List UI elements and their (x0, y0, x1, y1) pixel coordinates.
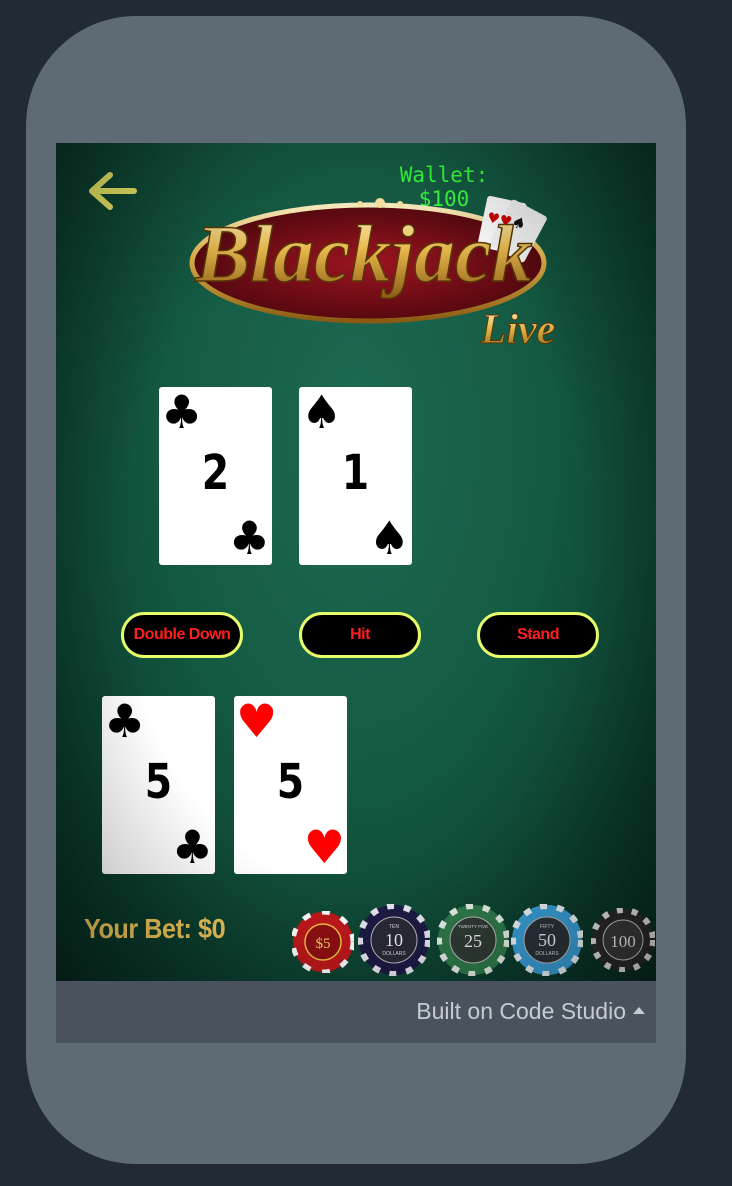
card-rank: 1 (341, 445, 370, 501)
chip-value: 50 (538, 930, 556, 950)
card-rank: 5 (276, 754, 305, 810)
blackjack-logo: ♥♥ ♠ Blackjack Live (189, 195, 556, 354)
back-arrow-icon[interactable] (86, 171, 138, 211)
card-rank: 2 (201, 445, 230, 501)
chip-50-button[interactable]: FIFTY 50 DOLLARS (511, 904, 583, 976)
caret-up-icon[interactable] (632, 1005, 646, 1015)
code-studio-footer: Built on Code Studio (56, 981, 656, 1043)
club-suit-icon: ♣ (171, 820, 213, 874)
game-screen: Wallet: $100 ♥♥ ♠ Blackjack Live ♣ 2 ♣ ♠… (56, 143, 656, 981)
hit-button[interactable]: Hit (299, 612, 421, 658)
chip-sub-text: DOLLARS (382, 951, 406, 957)
player-card-2: ♥ 5 ♥ (234, 696, 347, 874)
chip-100-button[interactable]: 100 (591, 908, 655, 972)
heart-suit-icon: ♥ (236, 694, 278, 748)
chip-value: $5 (316, 936, 331, 952)
double-down-button[interactable]: Double Down (121, 612, 243, 658)
heart-suit-icon: ♥ (303, 820, 345, 874)
spade-suit-icon: ♠ (301, 385, 343, 439)
spade-suit-icon: ♠ (368, 511, 410, 565)
card-rank: 5 (144, 754, 173, 810)
club-suit-icon: ♣ (104, 694, 146, 748)
logo-title: Blackjack (194, 208, 532, 299)
chip-sub-text: DOLLARS (535, 951, 559, 957)
logo-subtitle: Live (480, 307, 556, 353)
stand-button[interactable]: Stand (477, 612, 599, 658)
your-bet-label: Your Bet: $0 (84, 913, 226, 944)
chip-value: 10 (385, 930, 403, 950)
built-on-code-studio-link[interactable]: Built on Code Studio (416, 998, 626, 1025)
dealer-card-1: ♣ 2 ♣ (159, 387, 272, 565)
dealer-card-2: ♠ 1 ♠ (299, 387, 412, 565)
chip-5-button[interactable]: $5 (292, 911, 354, 973)
chip-10-button[interactable]: TEN 10 DOLLARS (358, 904, 430, 976)
chip-25-button[interactable]: TWENTY FIVE 25 (437, 904, 509, 976)
chip-value: 100 (610, 932, 636, 951)
chip-top-text: TWENTY FIVE (458, 924, 488, 929)
club-suit-icon: ♣ (161, 385, 203, 439)
club-suit-icon: ♣ (228, 511, 270, 565)
player-card-1: ♣ 5 ♣ (102, 696, 215, 874)
chip-value: 25 (464, 931, 482, 951)
